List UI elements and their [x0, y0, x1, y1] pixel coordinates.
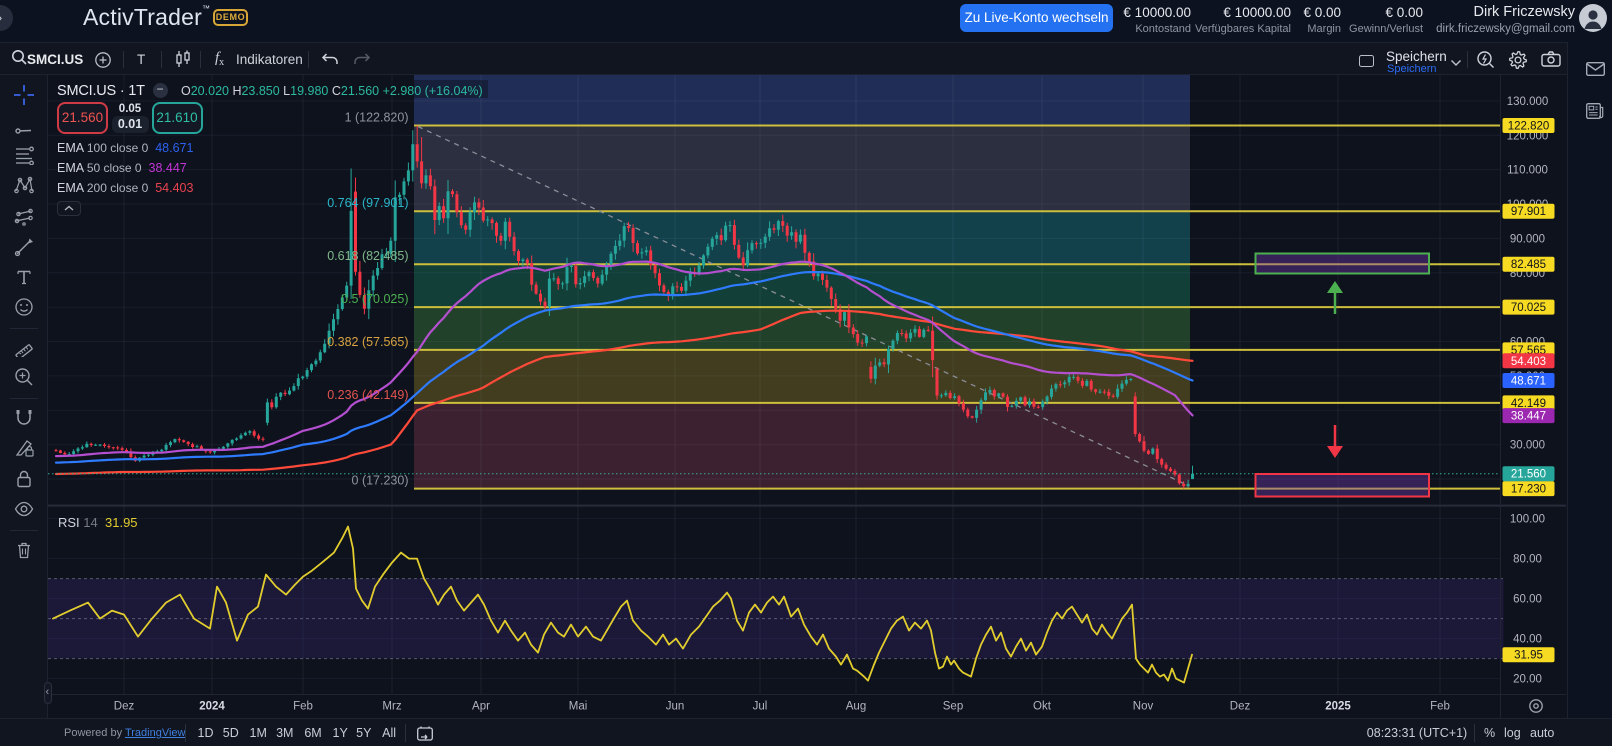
svg-text:90.000: 90.000: [1510, 233, 1545, 245]
svg-text:Feb: Feb: [1430, 701, 1450, 713]
svg-text:20.00: 20.00: [1513, 674, 1542, 686]
svg-text:110.000: 110.000: [1507, 165, 1548, 177]
svg-text:Nov: Nov: [1133, 701, 1154, 713]
svg-text:Dez: Dez: [1230, 701, 1251, 713]
svg-text:Mai: Mai: [569, 701, 588, 713]
svg-text:38.447: 38.447: [1511, 411, 1546, 423]
svg-text:Dez: Dez: [114, 701, 135, 713]
svg-text:60.00: 60.00: [1513, 594, 1542, 606]
svg-text:80.00: 80.00: [1513, 554, 1542, 566]
svg-text:97.901: 97.901: [1511, 206, 1546, 218]
svg-text:0 (17.230): 0 (17.230): [352, 474, 409, 488]
svg-text:70.025: 70.025: [1511, 302, 1546, 314]
svg-text:1 (122.820): 1 (122.820): [345, 111, 409, 125]
svg-text:0.5 (70.025): 0.5 (70.025): [341, 292, 408, 306]
svg-text:17.230: 17.230: [1511, 484, 1546, 496]
svg-text:130.000: 130.000: [1507, 96, 1549, 108]
svg-text:0.618 (82.485): 0.618 (82.485): [327, 249, 408, 263]
svg-text:0.382 (57.565): 0.382 (57.565): [327, 335, 408, 349]
svg-text:30.000: 30.000: [1510, 440, 1545, 452]
svg-text:100.00: 100.00: [1510, 514, 1545, 526]
svg-text:82.485: 82.485: [1511, 259, 1546, 271]
svg-text:31.95: 31.95: [1514, 650, 1543, 662]
svg-text:Jul: Jul: [753, 701, 768, 713]
svg-text:Mrz: Mrz: [382, 701, 401, 713]
svg-text:Apr: Apr: [472, 701, 490, 713]
svg-text:2024: 2024: [199, 701, 225, 713]
svg-text:0.236 (42.149): 0.236 (42.149): [327, 388, 408, 402]
svg-text:21.560: 21.560: [1511, 469, 1546, 481]
svg-text:54.403: 54.403: [1511, 356, 1546, 368]
svg-text:2025: 2025: [1325, 701, 1351, 713]
svg-text:Feb: Feb: [293, 701, 313, 713]
svg-text:122.820: 122.820: [1508, 121, 1550, 133]
svg-text:Sep: Sep: [943, 701, 963, 713]
svg-text:48.671: 48.671: [1511, 376, 1546, 388]
svg-text:Jun: Jun: [666, 701, 685, 713]
svg-text:Aug: Aug: [846, 701, 866, 713]
svg-text:40.00: 40.00: [1513, 634, 1542, 646]
svg-text:0.764 (97.901): 0.764 (97.901): [327, 196, 408, 210]
svg-text:Okt: Okt: [1033, 701, 1052, 713]
